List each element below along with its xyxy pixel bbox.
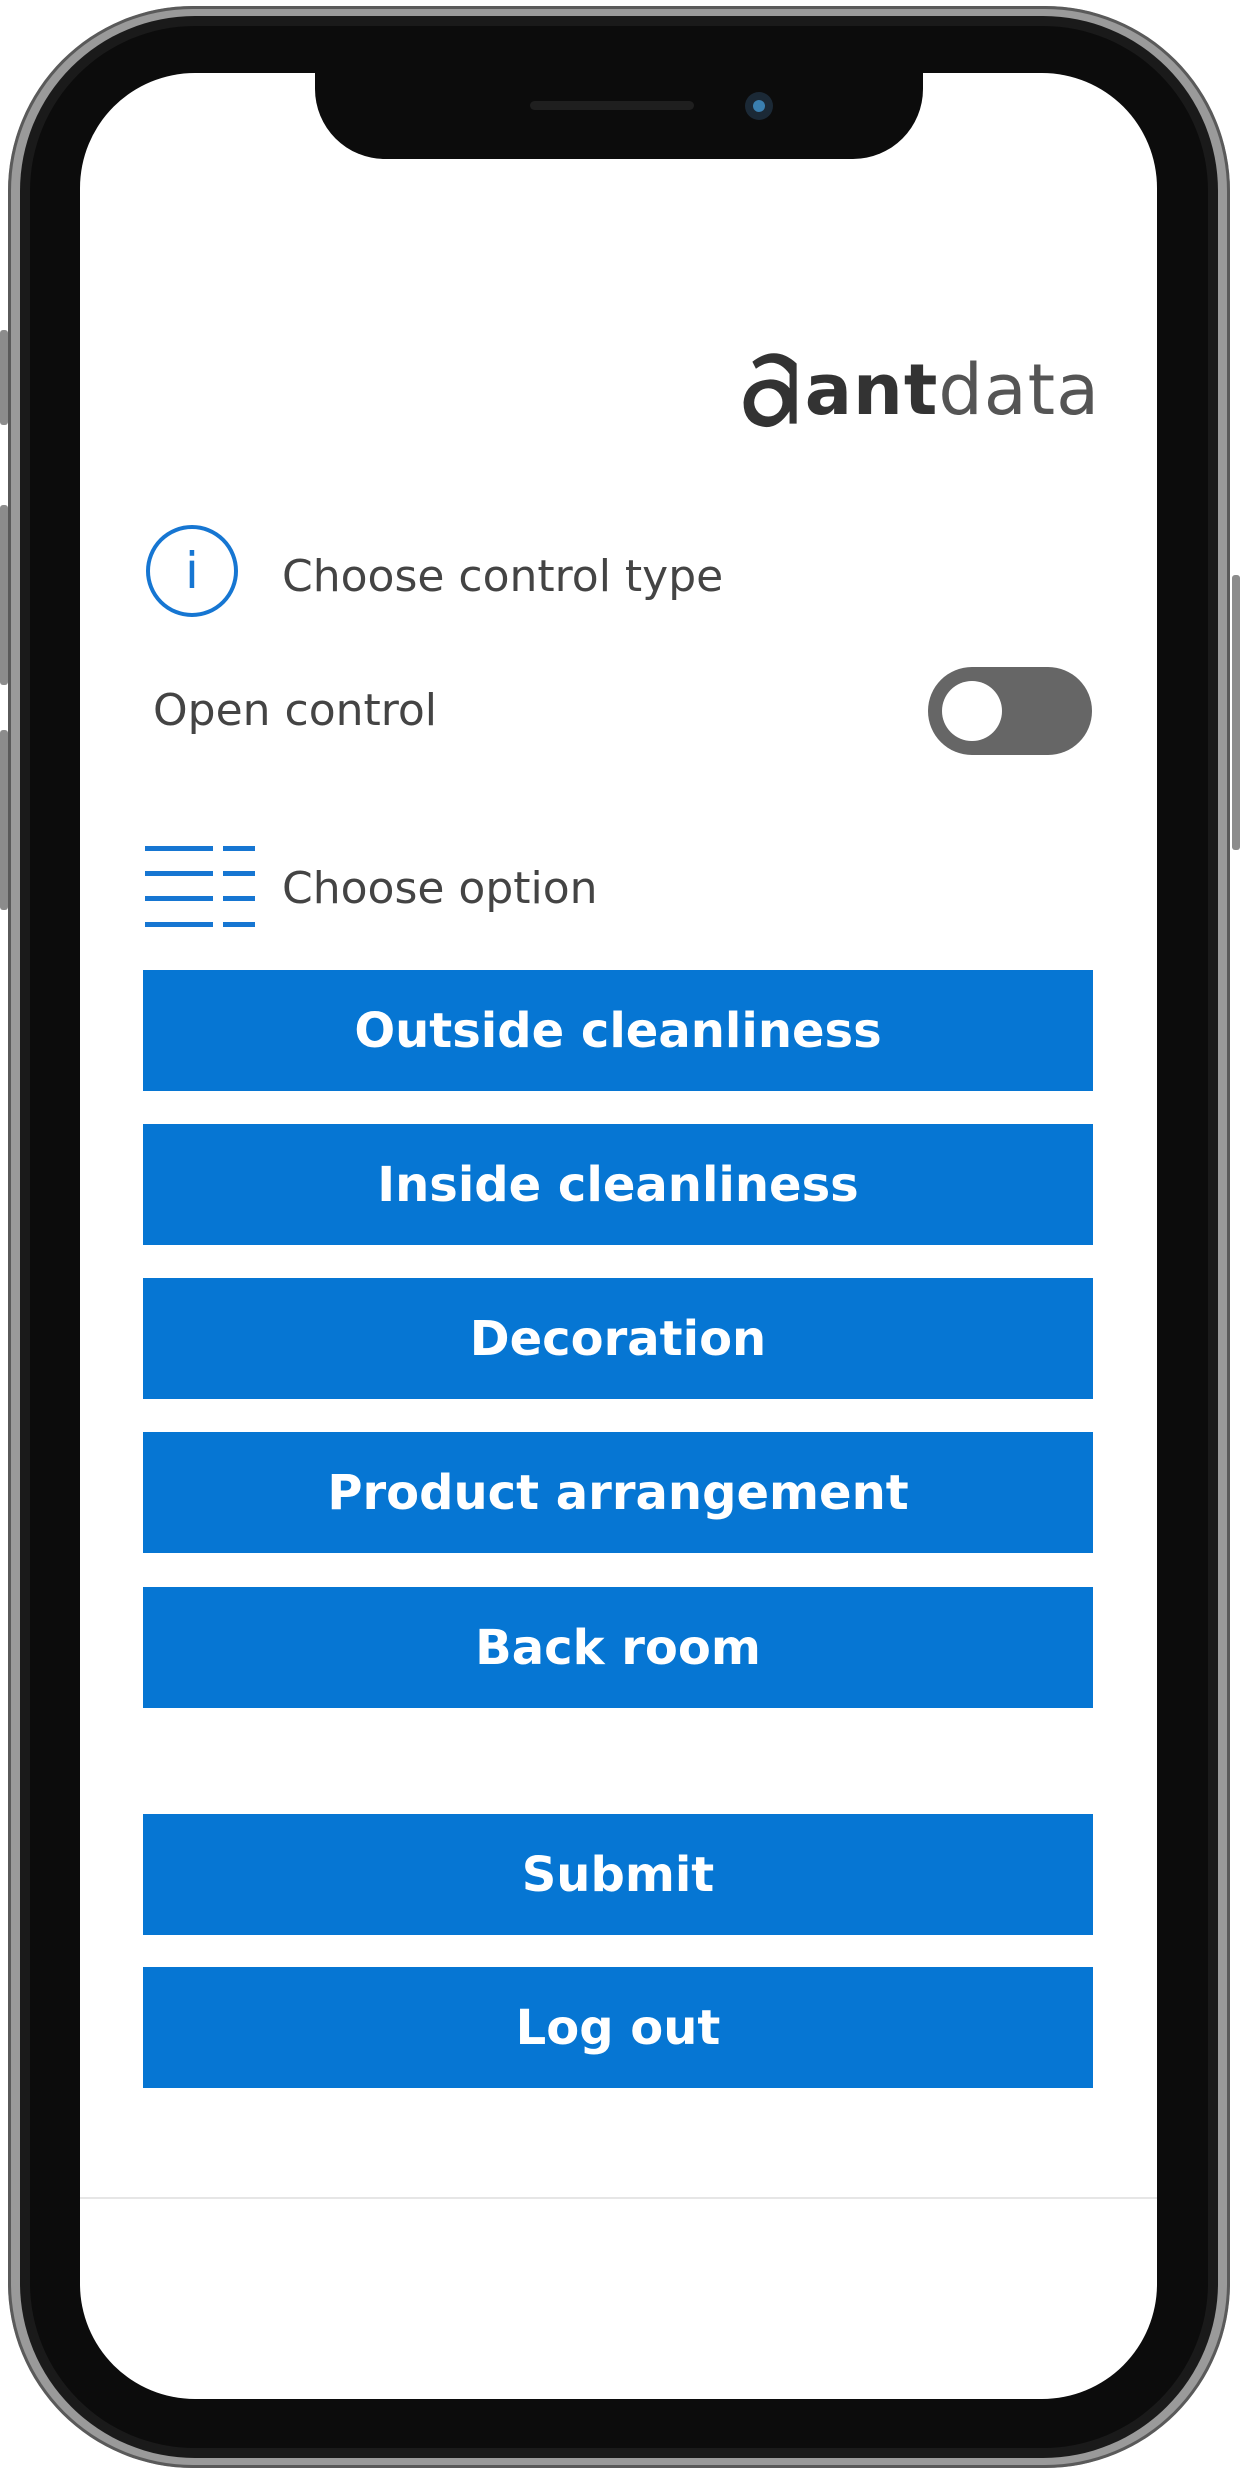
front-camera: [745, 92, 773, 120]
info-icon: i: [146, 525, 238, 617]
logo-text: antdata: [804, 349, 1100, 431]
option-inside-cleanliness-button[interactable]: Inside cleanliness: [143, 1124, 1093, 1245]
volume-up-button: [0, 505, 8, 685]
option-outside-cleanliness-button[interactable]: Outside cleanliness: [143, 970, 1093, 1091]
footer-divider: [80, 2197, 1157, 2199]
notch: [315, 73, 923, 159]
option-product-arrangement-button[interactable]: Product arrangement: [143, 1432, 1093, 1553]
option-back-room-button[interactable]: Back room: [143, 1587, 1093, 1708]
volume-down-button: [0, 730, 8, 910]
list-icon: [145, 846, 255, 927]
option-decoration-button[interactable]: Decoration: [143, 1278, 1093, 1399]
mute-switch: [0, 330, 8, 425]
open-control-label: Open control: [153, 685, 438, 736]
toggle-knob: [942, 681, 1002, 741]
logout-button[interactable]: Log out: [143, 1967, 1093, 2088]
choose-option-label: Choose option: [282, 863, 598, 914]
power-button: [1232, 575, 1240, 850]
submit-button[interactable]: Submit: [143, 1814, 1093, 1935]
logo-mark-icon: [743, 353, 797, 428]
open-control-toggle[interactable]: [928, 667, 1092, 755]
choose-control-type-label: Choose control type: [282, 551, 724, 602]
antdata-logo: antdata: [740, 335, 1100, 445]
earpiece-speaker: [530, 101, 694, 110]
